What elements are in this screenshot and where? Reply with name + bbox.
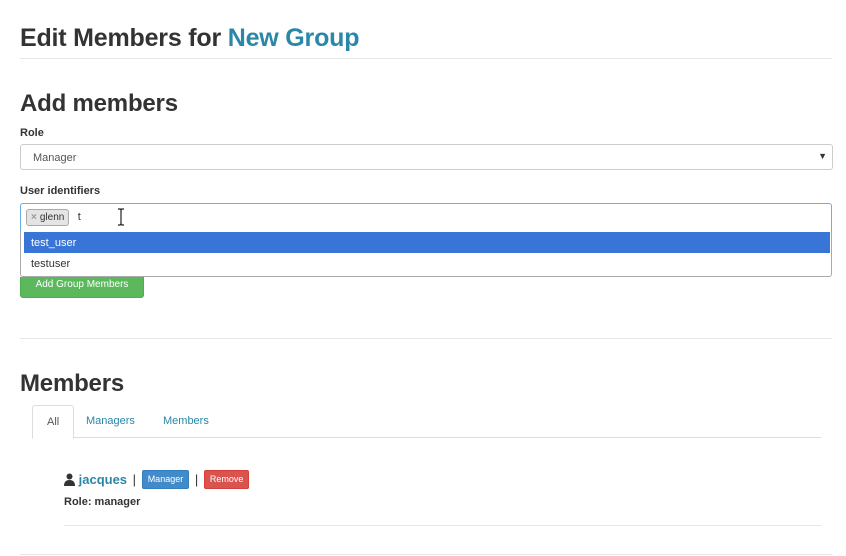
page-title-prefix: Edit Members for <box>20 24 221 52</box>
member-name-link[interactable]: jacques <box>79 472 127 487</box>
member-divider <box>64 525 821 526</box>
role-select-value: Manager <box>33 152 77 164</box>
user-tag: × glenn <box>26 209 70 226</box>
suggestion-item[interactable]: test_user <box>24 232 830 253</box>
tab-members[interactable]: Members <box>149 405 223 438</box>
footer-divider <box>20 554 832 555</box>
text-cursor-icon <box>118 208 124 226</box>
suggestion-item[interactable]: testuser <box>24 253 830 274</box>
member-row: jacques | Manager | Remove <box>64 470 250 490</box>
role-badge: Manager <box>141 470 190 489</box>
member-role-text: Role: manager <box>64 496 141 508</box>
header-divider <box>20 58 832 59</box>
caret-down-icon: ▼ <box>818 151 827 161</box>
tab-managers[interactable]: Managers <box>72 405 149 438</box>
remove-member-button[interactable]: Remove <box>203 470 250 489</box>
user-identifiers-label: User identifiers <box>20 185 101 197</box>
page-title: Edit Members for New Group <box>20 24 359 53</box>
user-tag-label: glenn <box>39 212 65 223</box>
add-group-members-button[interactable]: Add Group Members <box>20 277 144 298</box>
add-members-heading: Add members <box>20 90 178 117</box>
user-identifiers-input[interactable]: × glenn t <box>20 203 832 232</box>
suggestions-dropdown: test_user testuser <box>20 231 832 277</box>
role-select[interactable]: Manager ▼ <box>20 144 833 170</box>
separator: | <box>132 472 137 487</box>
role-label: Role <box>20 127 44 139</box>
members-tabs: All Managers Members <box>32 405 821 439</box>
user-icon <box>64 473 75 486</box>
typed-text: t <box>77 211 81 223</box>
remove-tag-icon[interactable]: × <box>31 212 37 223</box>
tab-all[interactable]: All <box>32 405 75 439</box>
section-divider <box>20 338 832 339</box>
members-heading: Members <box>20 370 124 397</box>
group-name-link[interactable]: New Group <box>228 24 360 52</box>
separator: | <box>194 472 199 487</box>
